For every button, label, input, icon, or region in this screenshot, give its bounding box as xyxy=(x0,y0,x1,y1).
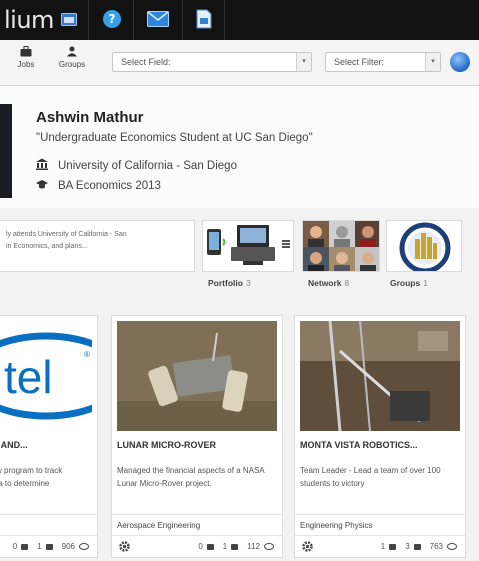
profile-name: Ashwin Mathur xyxy=(36,109,144,126)
graduation-cap-icon xyxy=(36,179,50,193)
groups-tile[interactable] xyxy=(386,220,462,272)
robotics-photo xyxy=(300,321,460,431)
help-icon[interactable]: ? xyxy=(101,8,123,30)
like-count: 3 xyxy=(405,542,410,551)
settings-gear-icon[interactable] xyxy=(118,540,131,553)
card-stats: 1 3 763 xyxy=(381,542,457,551)
profile-tagline: "Undergraduate Economics Student at UC S… xyxy=(36,132,313,144)
eye-icon xyxy=(79,543,89,550)
view-count: 763 xyxy=(429,542,443,551)
like-count: 1 xyxy=(222,542,228,551)
tile-count: 1 xyxy=(423,278,428,288)
thumbs-up-icon xyxy=(413,543,421,550)
filter-select[interactable]: Select Filter: ▾ xyxy=(325,52,441,72)
uc-san-diego-seal xyxy=(399,222,451,271)
project-card[interactable]: MONTA VISTA ROBOTICS... Team Leader - Le… xyxy=(294,315,466,558)
tile-label: Network xyxy=(308,278,342,288)
description-line: ta to determine xyxy=(0,479,50,488)
card-title[interactable]: LUNAR MICRO-ROVER xyxy=(117,440,216,450)
comment-icon xyxy=(389,543,397,550)
view-count: 906 xyxy=(61,542,75,551)
card-description: Managed the financial aspects of a NASA … xyxy=(117,466,265,488)
profile-summary[interactable]: ly attends University of California - Sa… xyxy=(0,220,195,272)
card-description: Team Leader - Lead a team of over 100 st… xyxy=(300,466,441,488)
comment-icon xyxy=(206,543,214,550)
degree-text: BA Economics 2013 xyxy=(58,180,161,192)
tile-count: 3 xyxy=(245,278,251,288)
comment-icon xyxy=(21,543,29,550)
profile-degree: BA Economics 2013 xyxy=(36,179,161,193)
card-category: Engineering Physics xyxy=(295,514,465,534)
svg-text:?: ? xyxy=(109,12,116,26)
card-footer: 1 3 763 xyxy=(295,535,465,557)
card-description: w program to track ta to determine xyxy=(0,464,89,490)
separator xyxy=(224,0,225,40)
tile-label: Groups xyxy=(390,278,421,288)
card-footer: 0 1 112 xyxy=(112,535,282,557)
summary-line: ly attends University of California - Sa… xyxy=(6,231,127,238)
project-card[interactable]: tel ® I AND... w program to track ta to … xyxy=(0,315,98,558)
school-name: University of California - San Diego xyxy=(58,159,237,172)
chevron-down-icon[interactable]: ▾ xyxy=(296,53,311,71)
svg-text:tel: tel xyxy=(4,351,53,403)
thumbs-up-icon xyxy=(45,543,53,550)
portfolio-image xyxy=(207,225,275,265)
project-card[interactable]: LUNAR MICRO-ROVER Managed the financial … xyxy=(111,315,283,558)
network-caption[interactable]: Network 8 xyxy=(308,278,349,288)
profile-school: University of California - San Diego xyxy=(36,158,237,173)
calendar-icon[interactable] xyxy=(60,8,78,30)
groups-button[interactable]: Groups xyxy=(52,46,92,69)
document-icon[interactable] xyxy=(194,8,214,30)
comment-count: 0 xyxy=(198,542,203,551)
eye-icon xyxy=(447,543,457,550)
groups-icon xyxy=(67,46,77,57)
separator xyxy=(182,0,183,40)
summary-line: in Economics, and plans... xyxy=(6,243,88,250)
separator xyxy=(88,0,89,40)
thumbs-up-icon xyxy=(231,543,239,550)
description-line: w program to track xyxy=(0,466,63,475)
tile-count: 8 xyxy=(344,278,350,288)
card-stats: 0 1 112 xyxy=(198,542,274,551)
network-tile[interactable] xyxy=(302,220,380,272)
globe-icon[interactable] xyxy=(450,52,470,72)
portfolio-tile[interactable] xyxy=(202,220,294,272)
card-stats: 0 1 906 xyxy=(13,542,89,551)
view-count: 112 xyxy=(247,542,260,551)
jobs-label: Jobs xyxy=(17,60,35,69)
comment-count: 1 xyxy=(380,542,386,551)
comment-count: 0 xyxy=(12,542,18,551)
lunar-rover-photo xyxy=(117,321,277,431)
field-select-value: Select Field: xyxy=(121,57,171,67)
intel-logo: tel ® xyxy=(0,321,92,431)
jobs-button[interactable]: Jobs xyxy=(6,46,46,69)
app-logo[interactable]: lium xyxy=(4,6,54,34)
card-category xyxy=(0,514,97,534)
filter-select-value: Select Filter: xyxy=(334,57,385,67)
card-title[interactable]: MONTA VISTA ROBOTICS... xyxy=(300,440,418,450)
eye-icon xyxy=(264,543,274,550)
briefcase-icon xyxy=(20,46,32,57)
tile-label: Portfolio xyxy=(208,278,243,288)
profile-photo xyxy=(0,104,12,198)
portfolio-caption[interactable]: Portfolio 3 xyxy=(208,278,251,288)
card-category: Aerospace Engineering xyxy=(112,514,282,534)
field-select[interactable]: Select Field: ▾ xyxy=(112,52,312,72)
network-image xyxy=(303,221,379,271)
building-icon xyxy=(36,158,50,173)
profile-header: Ashwin Mathur "Undergraduate Economics S… xyxy=(0,86,479,208)
card-footer: 0 1 906 xyxy=(0,535,97,557)
chevron-down-icon[interactable]: ▾ xyxy=(425,53,440,71)
groups-caption[interactable]: Groups 1 xyxy=(390,278,428,288)
mail-icon[interactable] xyxy=(146,8,170,30)
groups-label: Groups xyxy=(58,60,86,69)
card-title[interactable]: I AND... xyxy=(0,440,28,450)
like-count: 1 xyxy=(37,542,42,551)
toolbar: Jobs Groups Select Field: ▾ Select Filte… xyxy=(0,40,479,86)
separator xyxy=(133,0,134,40)
menu-icon xyxy=(282,240,290,248)
top-navigation-bar: lium ? xyxy=(0,0,479,40)
svg-text:®: ® xyxy=(84,350,90,359)
settings-gear-icon[interactable] xyxy=(301,540,314,553)
